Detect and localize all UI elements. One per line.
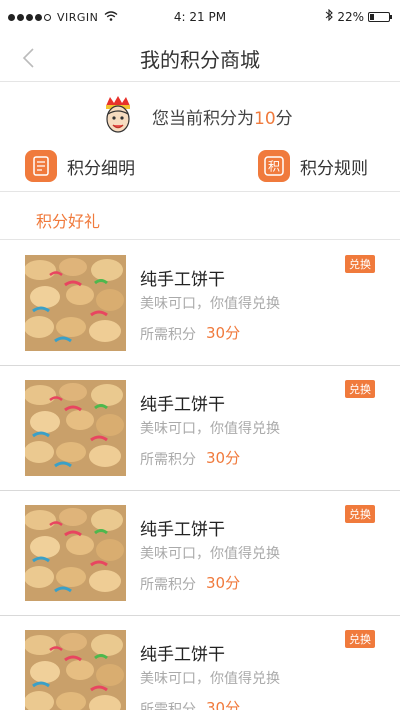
product-list: 纯手工饼干 美味可口，你值得兑换 所需积分 30分 兑换 纯手工饼干 美味可口，…: [0, 241, 400, 710]
points-detail-link[interactable]: 积分细明: [25, 148, 135, 184]
page-title: 我的积分商城: [140, 48, 260, 72]
product-item[interactable]: 纯手工饼干 美味可口，你值得兑换 所需积分 30分 兑换: [0, 241, 400, 366]
bluetooth-icon: [325, 8, 334, 24]
points-prefix: 您当前积分为: [152, 109, 254, 129]
status-bar: VIRGIN 4: 21 PM 22%: [0, 0, 400, 34]
product-description: 美味可口，你值得兑换: [140, 546, 280, 562]
product-description: 美味可口，你值得兑换: [140, 671, 280, 687]
avatar: [98, 94, 138, 134]
battery-percent: 22%: [337, 9, 364, 24]
exchange-button[interactable]: 兑换: [345, 255, 375, 273]
product-price: 30分: [206, 449, 241, 467]
product-item[interactable]: 纯手工饼干 美味可口，你值得兑换 所需积分 30分 兑换: [0, 366, 400, 491]
product-item[interactable]: 纯手工饼干 美味可口，你值得兑换 所需积分 30分 兑换: [0, 491, 400, 616]
product-name: 纯手工饼干: [140, 270, 225, 290]
product-image: [25, 505, 126, 601]
points-value: 10: [254, 109, 276, 129]
product-item[interactable]: 纯手工饼干 美味可口，你值得兑换 所需积分 30分 兑换: [0, 616, 400, 710]
product-price-label: 所需积分: [140, 327, 196, 343]
product-image: [25, 630, 126, 710]
points-summary: 您当前积分为10分: [0, 86, 400, 142]
points-rules-link[interactable]: 积 积分规则: [258, 148, 368, 184]
product-image: [25, 255, 126, 351]
status-right: 22%: [325, 8, 392, 24]
points-detail-label: 积分细明: [67, 158, 135, 179]
nav-bar: 我的积分商城: [0, 34, 400, 82]
product-image: [25, 380, 126, 476]
exchange-button[interactable]: 兑换: [345, 630, 375, 648]
product-price-label: 所需积分: [140, 577, 196, 593]
battery-icon: [368, 11, 392, 22]
receipt-icon: [25, 150, 57, 182]
exchange-button[interactable]: 兑换: [345, 380, 375, 398]
product-name: 纯手工饼干: [140, 645, 225, 665]
product-price-label: 所需积分: [140, 452, 196, 468]
product-description: 美味可口，你值得兑换: [140, 296, 280, 312]
product-name: 纯手工饼干: [140, 395, 225, 415]
product-description: 美味可口，你值得兑换: [140, 421, 280, 437]
section-title: 积分好礼: [36, 212, 101, 231]
section-header: 积分好礼: [0, 198, 400, 240]
points-links: 积分细明 积 积分规则: [0, 144, 400, 192]
product-price-label: 所需积分: [140, 702, 196, 710]
points-text: 您当前积分为10分: [152, 104, 293, 129]
points-icon: 积: [258, 150, 290, 182]
product-price: 30分: [206, 324, 241, 342]
points-icon-glyph: 积: [268, 160, 280, 174]
product-name: 纯手工饼干: [140, 520, 225, 540]
product-price: 30分: [206, 699, 241, 710]
exchange-button[interactable]: 兑换: [345, 505, 375, 523]
product-price: 30分: [206, 574, 241, 592]
points-suffix: 分: [275, 109, 293, 129]
battery-fill: [370, 13, 375, 20]
points-rules-label: 积分规则: [300, 158, 368, 179]
